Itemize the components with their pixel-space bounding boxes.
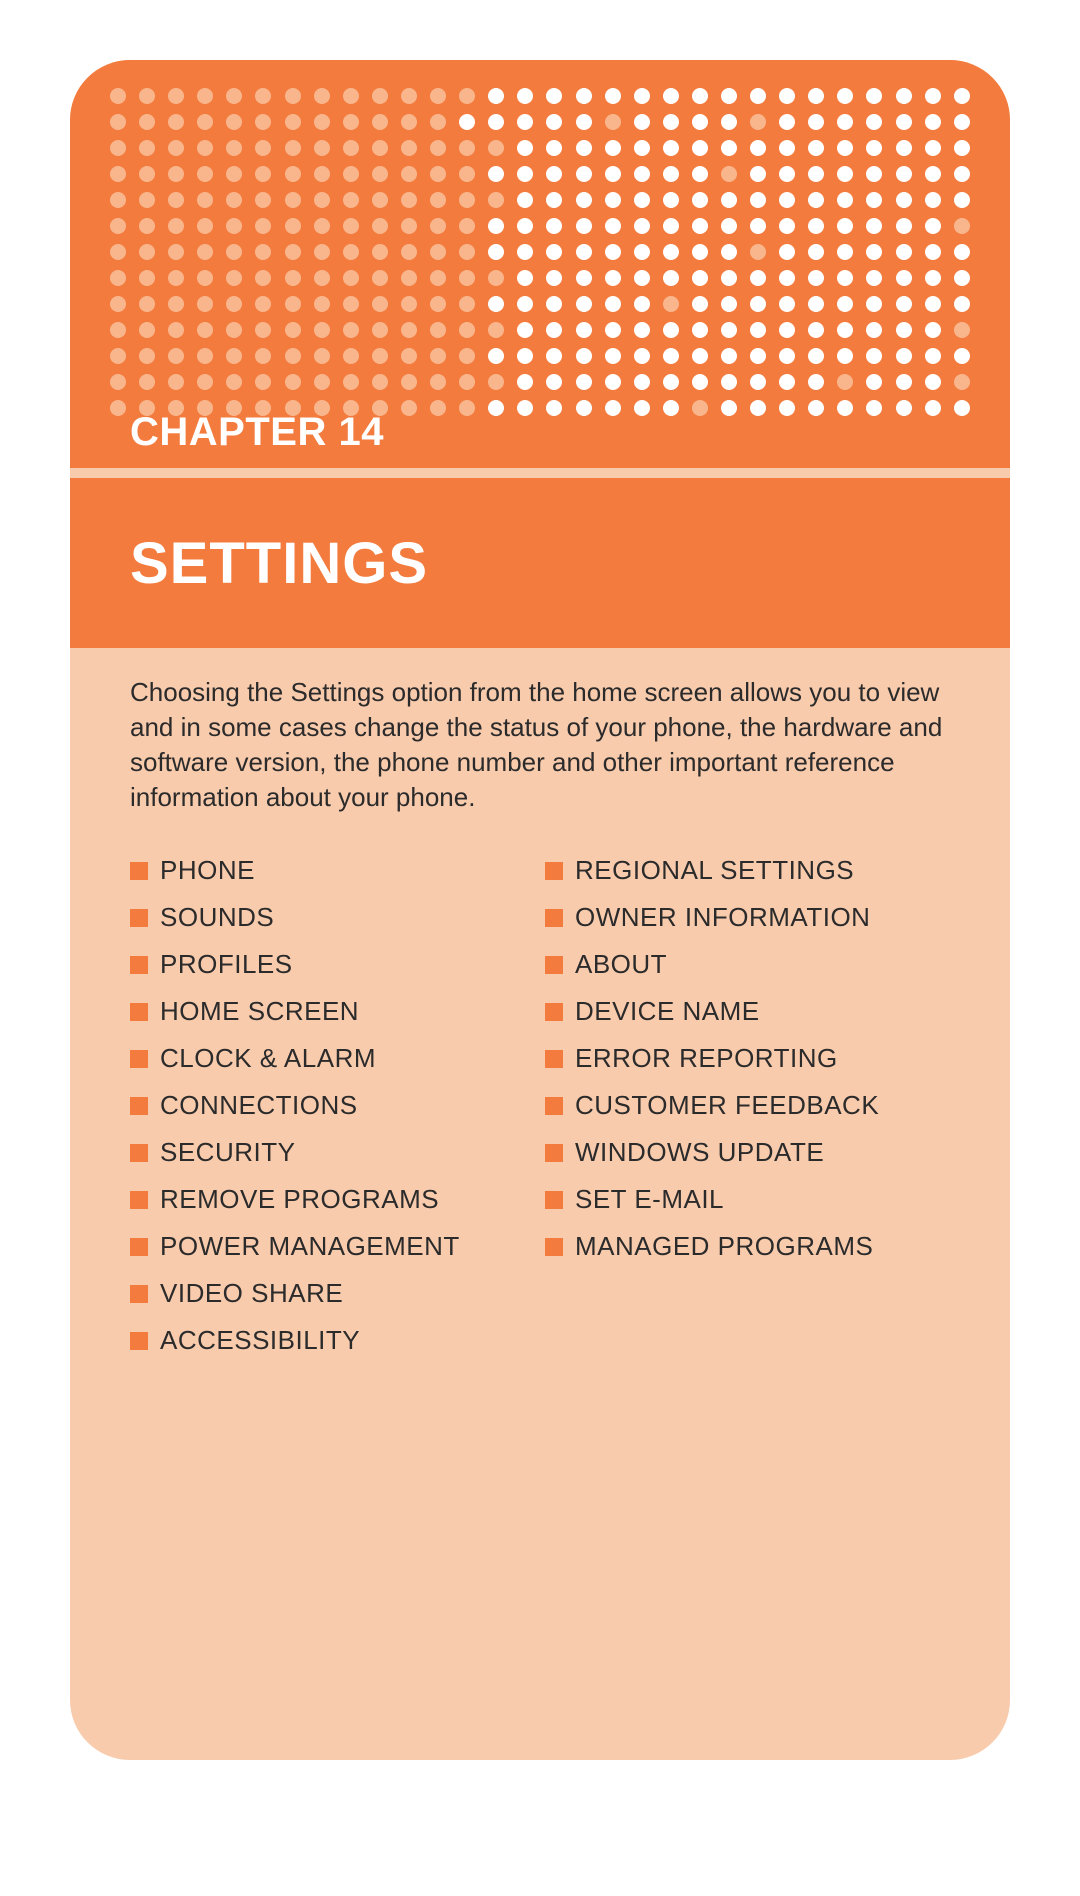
square-bullet-icon	[545, 1144, 563, 1162]
toc-item[interactable]: ABOUT	[545, 949, 950, 980]
toc-item[interactable]: SECURITY	[130, 1137, 535, 1168]
square-bullet-icon	[130, 1003, 148, 1021]
toc-item-label: ERROR REPORTING	[575, 1043, 838, 1074]
toc-item-label: POWER MANAGEMENT	[160, 1231, 460, 1262]
toc-item-label: CONNECTIONS	[160, 1090, 358, 1121]
toc-item[interactable]: VIDEO SHARE	[130, 1278, 535, 1309]
toc-item-label: ACCESSIBILITY	[160, 1325, 360, 1356]
toc-item[interactable]: OWNER INFORMATION	[545, 902, 950, 933]
toc-item-label: WINDOWS UPDATE	[575, 1137, 824, 1168]
square-bullet-icon	[130, 1285, 148, 1303]
toc-item[interactable]: MANAGED PROGRAMS	[545, 1231, 950, 1262]
toc-item-label: MANAGED PROGRAMS	[575, 1231, 873, 1262]
square-bullet-icon	[545, 1050, 563, 1068]
toc-item[interactable]: ACCESSIBILITY	[130, 1325, 535, 1356]
square-bullet-icon	[130, 1097, 148, 1115]
toc-item[interactable]: SET E-MAIL	[545, 1184, 950, 1215]
square-bullet-icon	[545, 862, 563, 880]
toc-item[interactable]: CUSTOMER FEEDBACK	[545, 1090, 950, 1121]
square-bullet-icon	[130, 862, 148, 880]
square-bullet-icon	[130, 1050, 148, 1068]
toc-item[interactable]: PROFILES	[130, 949, 535, 980]
toc-item[interactable]: REGIONAL SETTINGS	[545, 855, 950, 886]
chapter-title: SETTINGS	[130, 530, 428, 597]
toc-item-label: REGIONAL SETTINGS	[575, 855, 854, 886]
toc-item-label: SET E-MAIL	[575, 1184, 724, 1215]
square-bullet-icon	[545, 1003, 563, 1021]
square-bullet-icon	[130, 956, 148, 974]
toc-item-label: SOUNDS	[160, 902, 274, 933]
square-bullet-icon	[545, 1097, 563, 1115]
square-bullet-icon	[130, 909, 148, 927]
chapter-title-bar: SETTINGS	[70, 478, 1010, 648]
toc-item[interactable]: CONNECTIONS	[130, 1090, 535, 1121]
toc-item-label: ABOUT	[575, 949, 667, 980]
toc-item-label: PHONE	[160, 855, 255, 886]
toc-item-label: CUSTOMER FEEDBACK	[575, 1090, 879, 1121]
toc-item[interactable]: DEVICE NAME	[545, 996, 950, 1027]
toc-item-label: REMOVE PROGRAMS	[160, 1184, 439, 1215]
square-bullet-icon	[545, 956, 563, 974]
toc-item[interactable]: WINDOWS UPDATE	[545, 1137, 950, 1168]
toc-item-label: SECURITY	[160, 1137, 295, 1168]
toc-item[interactable]: POWER MANAGEMENT	[130, 1231, 535, 1262]
square-bullet-icon	[130, 1238, 148, 1256]
chapter-page: CHAPTER 14 SETTINGS Choosing the Setting…	[70, 60, 1010, 1760]
toc-item-label: HOME SCREEN	[160, 996, 359, 1027]
square-bullet-icon	[545, 909, 563, 927]
toc-item-label: VIDEO SHARE	[160, 1278, 343, 1309]
square-bullet-icon	[130, 1332, 148, 1350]
toc-column-left: PHONE SOUNDS PROFILES HOME SCREEN CLOCK & AL…	[130, 855, 535, 1356]
toc-column-right: REGIONAL SETTINGS OWNER INFORMATION ABOUT D…	[545, 855, 950, 1356]
chapter-body: Choosing the Settings option from the ho…	[130, 675, 950, 1356]
toc-item[interactable]: HOME SCREEN	[130, 996, 535, 1027]
toc-item[interactable]: ERROR REPORTING	[545, 1043, 950, 1074]
toc-item-label: CLOCK & ALARM	[160, 1043, 376, 1074]
square-bullet-icon	[130, 1191, 148, 1209]
chapter-intro: Choosing the Settings option from the ho…	[130, 675, 950, 815]
chapter-label: CHAPTER 14	[130, 410, 384, 455]
square-bullet-icon	[130, 1144, 148, 1162]
toc-item-label: OWNER INFORMATION	[575, 902, 870, 933]
toc-item[interactable]: CLOCK & ALARM	[130, 1043, 535, 1074]
square-bullet-icon	[545, 1238, 563, 1256]
toc-item-label: DEVICE NAME	[575, 996, 760, 1027]
hero-banner: CHAPTER 14	[70, 60, 1010, 468]
toc-item[interactable]: SOUNDS	[130, 902, 535, 933]
toc-item[interactable]: REMOVE PROGRAMS	[130, 1184, 535, 1215]
toc-columns: PHONE SOUNDS PROFILES HOME SCREEN CLOCK & AL…	[130, 855, 950, 1356]
divider-stripe	[70, 468, 1010, 478]
square-bullet-icon	[545, 1191, 563, 1209]
toc-item-label: PROFILES	[160, 949, 293, 980]
toc-item[interactable]: PHONE	[130, 855, 535, 886]
hero-dot-grid	[110, 88, 970, 416]
